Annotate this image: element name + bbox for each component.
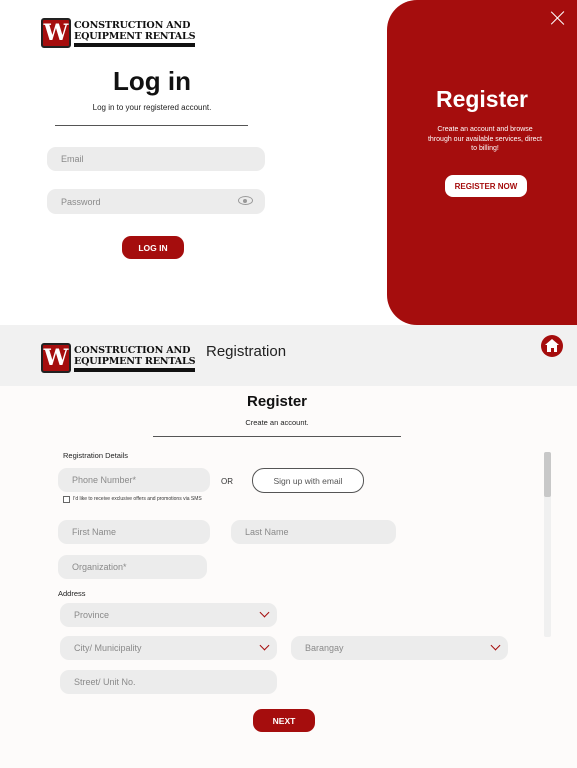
login-subtitle: Log in to your registered account. (92, 103, 212, 112)
sign-up-with-email-button[interactable]: Sign up with email (252, 468, 364, 493)
chevron-down-icon (259, 640, 270, 651)
next-button[interactable]: NEXT (253, 709, 315, 732)
organization-field[interactable]: Organization* (58, 555, 207, 579)
address-label: Address (58, 589, 86, 598)
barangay-select[interactable]: Barangay (291, 636, 508, 660)
scrollbar-thumb[interactable] (544, 452, 551, 497)
header-title: Registration (206, 343, 287, 360)
home-door (550, 348, 554, 352)
password-placeholder: Password (61, 196, 101, 207)
logo-text: CONSTRUCTION AND EQUIPMENT RENTALS (74, 344, 196, 372)
close-icon[interactable] (551, 11, 565, 25)
logo-line-1: CONSTRUCTION AND (74, 19, 191, 31)
logo-mark: W (41, 18, 71, 48)
logo-text: CONSTRUCTION AND EQUIPMENT RENTALS (74, 19, 196, 47)
or-label: OR (221, 477, 233, 486)
eye-icon[interactable] (238, 196, 253, 205)
phone-placeholder: Phone Number* (72, 475, 137, 485)
email-placeholder: Email (61, 154, 84, 164)
logo-line-2: EQUIPMENT RENTALS (74, 31, 196, 47)
street-unit-field[interactable]: Street/ Unit No. (60, 670, 277, 694)
brand-logo-header: W CONSTRUCTION AND EQUIPMENT RENTALS (41, 343, 196, 373)
email-field[interactable]: Email (47, 147, 265, 171)
password-field[interactable]: Password (47, 189, 265, 214)
home-icon[interactable] (541, 335, 563, 357)
logo-line-1: CONSTRUCTION AND (74, 344, 191, 356)
city-placeholder: City/ Municipality (74, 643, 142, 653)
logo-mark: W (41, 343, 71, 373)
register-panel-title: Register (435, 86, 529, 112)
register-panel (387, 0, 577, 325)
last-name-placeholder: Last Name (245, 527, 289, 537)
page: W CONSTRUCTION AND EQUIPMENT RENTALS Log… (0, 0, 577, 768)
phone-number-field[interactable]: Phone Number* (58, 468, 210, 492)
chevron-down-icon (259, 607, 270, 618)
form-title: Register (246, 393, 308, 410)
login-title: Log in (113, 66, 191, 96)
barangay-placeholder: Barangay (305, 643, 344, 653)
register-panel-description: Create an account and browse through our… (427, 126, 542, 152)
register-now-button[interactable]: REGISTER NOW (445, 175, 527, 197)
login-divider (55, 125, 248, 126)
form-subtitle: Create an account. (245, 418, 309, 427)
chevron-down-icon (490, 640, 501, 651)
first-name-placeholder: First Name (72, 527, 117, 537)
login-button[interactable]: LOG IN (122, 236, 184, 259)
logo-line-2: EQUIPMENT RENTALS (74, 356, 196, 372)
organization-placeholder: Organization* (72, 562, 127, 572)
sms-optin-checkbox[interactable] (63, 496, 70, 503)
province-placeholder: Province (74, 610, 110, 620)
last-name-field[interactable]: Last Name (231, 520, 396, 544)
province-select[interactable]: Province (60, 603, 277, 627)
sms-optin-label: I'd like to receive exclusive offers and… (73, 496, 202, 502)
registration-details-label: Registration Details (63, 451, 129, 460)
form-divider (153, 436, 401, 437)
city-municipality-select[interactable]: City/ Municipality (60, 636, 277, 660)
first-name-field[interactable]: First Name (58, 520, 210, 544)
street-placeholder: Street/ Unit No. (74, 677, 136, 687)
brand-logo: W CONSTRUCTION AND EQUIPMENT RENTALS (41, 18, 196, 48)
form-scrollbar[interactable] (544, 452, 551, 637)
